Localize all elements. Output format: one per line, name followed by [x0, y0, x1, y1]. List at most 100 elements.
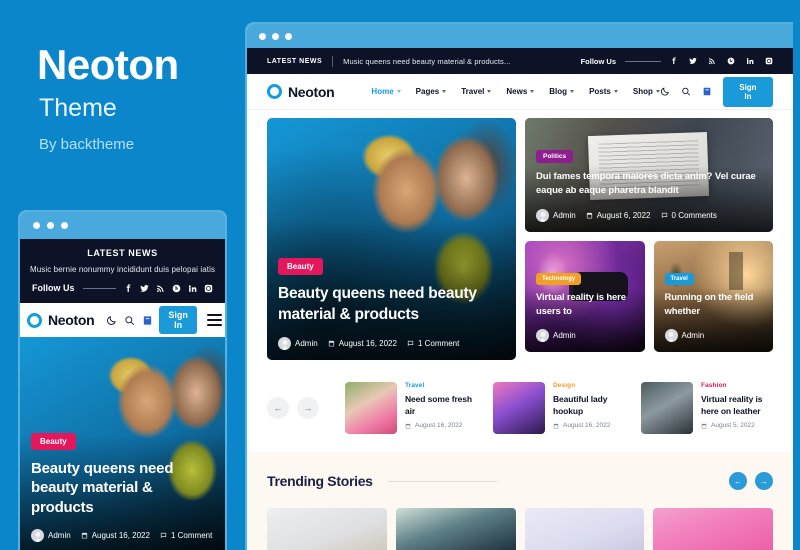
mini-post-date: August 16, 2022: [405, 422, 477, 429]
mini-post-title[interactable]: Need some fresh air: [405, 393, 477, 417]
trending-header: Trending Stories ← →: [267, 472, 773, 490]
moon-icon[interactable]: [106, 315, 117, 326]
post-carousel-arrows: ← →: [267, 397, 319, 419]
mini-post-date: August 16, 2022: [553, 422, 625, 429]
topbar-headline[interactable]: Music queens need beauty material & prod…: [343, 57, 510, 66]
politics-article-meta: Admin August 6, 2022 0 Comments: [536, 209, 762, 222]
mobile-logo-text[interactable]: Neoton: [48, 312, 95, 328]
travel-article-title[interactable]: Running on the field whether: [665, 291, 763, 318]
chevron-down-icon: [530, 90, 535, 93]
mobile-hero-category-badge[interactable]: Beauty: [31, 432, 76, 450]
nav-item-home[interactable]: Home: [371, 87, 401, 96]
mini-post-category[interactable]: Fashion: [701, 382, 773, 389]
mobile-headline[interactable]: Music bernie nonummy incididunt duis pel…: [28, 265, 217, 274]
instagram-icon[interactable]: [204, 284, 213, 293]
mini-post-category[interactable]: Travel: [405, 382, 477, 389]
nav-item-blog[interactable]: Blog: [549, 87, 575, 96]
mobile-signin-button[interactable]: Sign In: [159, 306, 197, 334]
hero-article-title[interactable]: Beauty queens need beauty material & pro…: [278, 284, 505, 326]
twitter-icon[interactable]: [140, 284, 149, 293]
window-dot-maximize[interactable]: [285, 32, 292, 40]
rss-icon[interactable]: [708, 57, 716, 65]
window-dot-close[interactable]: [33, 222, 40, 229]
window-dot-close[interactable]: [259, 32, 266, 40]
hamburger-icon[interactable]: [206, 314, 222, 326]
mobile-follow-label: Follow Us: [32, 283, 75, 293]
nav-item-pages[interactable]: Pages: [416, 87, 447, 96]
avatar: [664, 329, 678, 342]
trending-card[interactable]: [267, 508, 387, 550]
mobile-follow-divider: [82, 287, 116, 289]
mini-post-category[interactable]: Design: [553, 382, 625, 389]
pinterest-icon[interactable]: [727, 57, 735, 65]
rss-icon[interactable]: [156, 284, 165, 293]
carousel-prev-button[interactable]: ←: [267, 397, 289, 419]
calendar-icon: [586, 212, 592, 219]
technology-category-badge[interactable]: Technology: [536, 273, 582, 286]
nav-label: Shop: [632, 87, 653, 96]
mobile-hero-title[interactable]: Beauty queens need beauty material & pro…: [31, 459, 214, 518]
politics-article-title[interactable]: Dui fames tempora maiores dicta anim? Ve…: [536, 170, 762, 198]
trending-card[interactable]: [524, 508, 645, 550]
facebook-icon[interactable]: [670, 57, 678, 65]
carousel-next-button[interactable]: →: [297, 397, 319, 419]
search-icon[interactable]: [124, 315, 135, 326]
politics-article-card[interactable]: Politics Dui fames tempora maiores dicta…: [525, 118, 773, 232]
nav-item-shop[interactable]: Shop: [633, 87, 660, 96]
list-item[interactable]: Travel Need some fresh air August 16, 20…: [345, 382, 477, 434]
calendar-icon: [553, 423, 559, 429]
promo-panel: Neoton Theme By backtheme LATEST NEWS Mu…: [0, 0, 245, 550]
travel-article-card[interactable]: Travel Running on the field whether Admi…: [653, 241, 773, 352]
travel-author-name: Admin: [681, 331, 705, 340]
trending-next-button[interactable]: →: [755, 472, 773, 490]
nav-item-news[interactable]: News: [506, 87, 535, 96]
signin-button[interactable]: Sign In: [722, 76, 774, 107]
travel-category-badge[interactable]: Travel: [664, 273, 694, 286]
promo-byline: By backtheme: [39, 136, 135, 153]
twitter-icon[interactable]: [689, 57, 697, 65]
nav-label: Travel: [461, 87, 485, 96]
mobile-hero-comments: 1 Comment: [160, 531, 212, 540]
mini-post-title[interactable]: Beautiful lady hookup: [553, 393, 625, 417]
hero-article-card[interactable]: Beauty Beauty queens need beauty materia…: [267, 118, 516, 360]
trending-card[interactable]: [395, 508, 516, 550]
linkedin-icon[interactable]: [188, 284, 197, 293]
cart-icon[interactable]: [702, 86, 712, 97]
moon-icon[interactable]: [660, 86, 670, 97]
mini-post-title[interactable]: Virtual reality is here on leather: [701, 393, 773, 417]
politics-comments: 0 Comments: [661, 211, 717, 220]
nav-label: Blog: [549, 87, 568, 96]
window-dot-minimize[interactable]: [272, 32, 279, 40]
nav-item-posts[interactable]: Posts: [589, 87, 618, 96]
window-dot-maximize[interactable]: [61, 222, 68, 229]
list-item[interactable]: Fashion Virtual reality is here on leath…: [641, 382, 773, 434]
search-icon[interactable]: [681, 86, 691, 97]
cart-icon[interactable]: [142, 315, 153, 326]
hero-date-text: August 16, 2022: [338, 339, 397, 348]
mobile-preview-frame: LATEST NEWS Music bernie nonummy incidid…: [18, 210, 227, 550]
trending-card[interactable]: [653, 508, 773, 550]
window-dot-minimize[interactable]: [47, 222, 54, 229]
chevron-down-icon: [487, 90, 492, 93]
feature-left-column: Beauty Beauty queens need beauty materia…: [267, 118, 516, 360]
mini-post-date-text: August 16, 2022: [563, 422, 611, 430]
hero-category-badge[interactable]: Beauty: [278, 258, 323, 276]
site-logo[interactable]: Neoton: [267, 84, 335, 100]
calendar-icon: [328, 340, 334, 347]
small-cards-row: Technology Virtual reality is here users…: [525, 241, 773, 352]
technology-article-card[interactable]: Technology Virtual reality is here users…: [525, 241, 645, 352]
travel-article-meta: Admin: [664, 329, 763, 342]
mobile-hero-card[interactable]: Beauty Beauty queens need beauty materia…: [20, 337, 225, 550]
hero-comments: 1 Comment: [407, 339, 459, 348]
technology-article-title[interactable]: Virtual reality is here users to: [536, 291, 634, 318]
list-item[interactable]: Design Beautiful lady hookup August 16, …: [493, 382, 625, 434]
trending-prev-button[interactable]: ←: [729, 472, 747, 490]
pinterest-icon[interactable]: [172, 284, 181, 293]
instagram-icon[interactable]: [765, 57, 773, 65]
facebook-icon[interactable]: [124, 283, 133, 293]
nav-item-travel[interactable]: Travel: [461, 87, 492, 96]
linkedin-icon[interactable]: [746, 57, 754, 65]
post-carousel-strip: ← → Travel Need some fresh air August 16…: [247, 360, 793, 452]
politics-category-badge[interactable]: Politics: [536, 150, 574, 164]
mini-post-date-text: August 16, 2022: [415, 422, 463, 430]
